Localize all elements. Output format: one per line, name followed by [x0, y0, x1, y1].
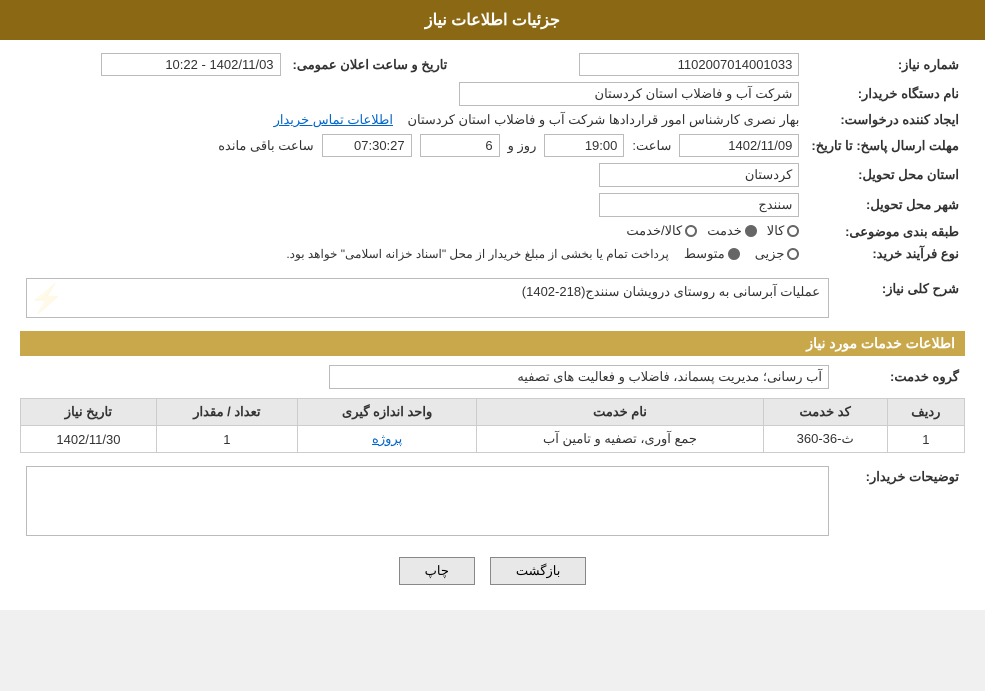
- tabaghe-option-kala[interactable]: کالا: [767, 223, 800, 239]
- col-count: تعداد / مقدار: [156, 399, 297, 426]
- table-row: 1 ث-36-360 جمع آوری، تصفیه و تامین آب پر…: [21, 426, 965, 453]
- col-kod: کد خدمت: [763, 399, 887, 426]
- sharh-niaz-text: عملیات آبرسانی به روستای درویشان سنندج(2…: [522, 284, 820, 299]
- roz-label: روز و: [508, 138, 537, 154]
- col-name: نام خدمت: [477, 399, 763, 426]
- sharh-niaz-section: شرح کلی نیاز: عملیات آبرسانی به روستای د…: [20, 275, 965, 321]
- process-mottvaset-label: متوسط: [684, 246, 725, 262]
- ostan-field: کردستان: [599, 163, 799, 187]
- tabaghe-label: طبقه بندی موضوعی:: [805, 220, 965, 243]
- cell-radif: 1: [887, 426, 964, 453]
- cell-count: 1: [156, 426, 297, 453]
- roz-field: 6: [420, 134, 500, 157]
- process-radio-mottvaset-icon: [728, 248, 740, 260]
- main-content: شماره نیاز: 1102007014001033 تاریخ و ساع…: [0, 40, 985, 610]
- name-dastgah-label: نام دستگاه خریدار:: [805, 79, 965, 109]
- created-by-label: ایجاد کننده درخواست:: [805, 109, 965, 131]
- tozihat-value: [20, 463, 835, 542]
- tabaghe-option-khedmat[interactable]: خدمت: [707, 223, 757, 239]
- button-row: بازگشت چاپ: [20, 557, 965, 585]
- shomara-niaz-value: 1102007014001033: [483, 50, 805, 79]
- process-note: پرداخت تمام یا بخشی از مبلغ خریدار از مح…: [286, 247, 669, 261]
- cell-name: جمع آوری، تصفیه و تامین آب: [477, 426, 763, 453]
- process-jozi-label: جزیی: [755, 246, 785, 262]
- shahr-field: سنندج: [599, 193, 799, 217]
- shomara-niaz-field: 1102007014001033: [579, 53, 799, 76]
- created-by-value: بهار نصری کارشناس امور قراردادها شرکت آب…: [20, 109, 805, 131]
- cell-kod: ث-36-360: [763, 426, 887, 453]
- remaining-field: 07:30:27: [322, 134, 412, 157]
- col-unit: واحد اندازه گیری: [297, 399, 477, 426]
- contact-link[interactable]: اطلاعات تماس خریدار: [274, 112, 393, 127]
- service-info-title: اطلاعات خدمات مورد نیاز: [20, 331, 965, 356]
- time-label: ساعت:: [632, 138, 671, 154]
- tabaghe-value: کالا خدمت کالا/خدمت: [20, 220, 805, 243]
- process-row: جزیی متوسط پرداخت تمام یا بخشی از مبلغ خ…: [26, 246, 799, 262]
- mohlat-value: 1402/11/09 ساعت: 19:00 روز و 6 07:30:27 …: [20, 131, 805, 160]
- name-dastgah-value: شرکت آب و فاضلاب استان کردستان: [20, 79, 805, 109]
- tabaghe-option-kala-khedmat[interactable]: کالا/خدمت: [626, 223, 697, 239]
- process-value: جزیی متوسط پرداخت تمام یا بخشی از مبلغ خ…: [20, 243, 805, 265]
- services-data-table: ردیف کد خدمت نام خدمت واحد اندازه گیری ت…: [20, 398, 965, 453]
- tozihat-section: توضیحات خریدار:: [20, 463, 965, 542]
- tabaghe-radio-kala-icon: [787, 225, 799, 237]
- process-label: نوع فرآیند خرید:: [805, 243, 965, 265]
- process-option-jozi[interactable]: جزیی: [755, 246, 800, 262]
- grooh-khedmat-field: آب رسانی؛ مدیریت پسماند، فاضلاب و فعالیت…: [329, 365, 829, 389]
- tabaghe-radio-khedmat-icon: [745, 225, 757, 237]
- mohlat-label: مهلت ارسال پاسخ: تا تاریخ:: [805, 131, 965, 160]
- announce-date-value: 1402/11/03 - 10:22: [20, 50, 287, 79]
- time-field: 19:00: [544, 134, 624, 157]
- ostan-label: استان محل تحویل:: [805, 160, 965, 190]
- cell-unit[interactable]: پروژه: [297, 426, 477, 453]
- cell-date: 1402/11/30: [21, 426, 157, 453]
- tabaghe-kala-label: کالا: [767, 223, 785, 239]
- process-radio-jozi-icon: [787, 248, 799, 260]
- ostan-value: کردستان: [20, 160, 805, 190]
- watermark: ⚡: [29, 282, 64, 315]
- shahr-value: سنندج: [20, 190, 805, 220]
- shahr-label: شهر محل تحویل:: [805, 190, 965, 220]
- col-radif: ردیف: [887, 399, 964, 426]
- remaining-label: ساعت باقی مانده: [218, 138, 313, 154]
- tabaghe-kalakhedmat-label: کالا/خدمت: [626, 223, 682, 239]
- date-field: 1402/11/09: [679, 134, 799, 157]
- shomara-niaz-label: شماره نیاز:: [805, 50, 965, 79]
- created-by-text: بهار نصری کارشناس امور قراردادها شرکت آب…: [407, 112, 799, 127]
- sharh-niaz-box: عملیات آبرسانی به روستای درویشان سنندج(2…: [26, 278, 829, 318]
- process-option-mottvaset[interactable]: متوسط: [684, 246, 740, 262]
- service-table: گروه خدمت: آب رسانی؛ مدیریت پسماند، فاضل…: [20, 362, 965, 392]
- tozihat-textarea[interactable]: [26, 466, 829, 536]
- tabaghe-khedmat-label: خدمت: [707, 223, 742, 239]
- sharh-niaz-value: عملیات آبرسانی به روستای درویشان سنندج(2…: [20, 275, 835, 321]
- name-dastgah-field: شرکت آب و فاضلاب استان کردستان: [459, 82, 799, 106]
- info-section: شماره نیاز: 1102007014001033 تاریخ و ساع…: [20, 50, 965, 265]
- announce-date-label: تاریخ و ساعت اعلان عمومی:: [287, 50, 454, 79]
- grooh-khedmat-value: آب رسانی؛ مدیریت پسماند، فاضلاب و فعالیت…: [20, 362, 835, 392]
- tozihat-label: توضیحات خریدار:: [835, 463, 965, 542]
- grooh-khedmat-label: گروه خدمت:: [835, 362, 965, 392]
- back-button[interactable]: بازگشت: [490, 557, 586, 585]
- col-date: تاریخ نیاز: [21, 399, 157, 426]
- announce-date-field: 1402/11/03 - 10:22: [101, 53, 281, 76]
- print-button[interactable]: چاپ: [399, 557, 475, 585]
- sharh-niaz-label: شرح کلی نیاز:: [835, 275, 965, 321]
- tabaghe-radio-group: کالا خدمت کالا/خدمت: [626, 223, 799, 239]
- page-header: جزئیات اطلاعات نیاز: [0, 0, 985, 40]
- page-wrapper: جزئیات اطلاعات نیاز شماره نیاز: 11020070…: [0, 0, 985, 610]
- tabaghe-radio-kalakhedmat-icon: [685, 225, 697, 237]
- page-title: جزئیات اطلاعات نیاز: [425, 12, 560, 29]
- sharh-table: شرح کلی نیاز: عملیات آبرسانی به روستای د…: [20, 275, 965, 321]
